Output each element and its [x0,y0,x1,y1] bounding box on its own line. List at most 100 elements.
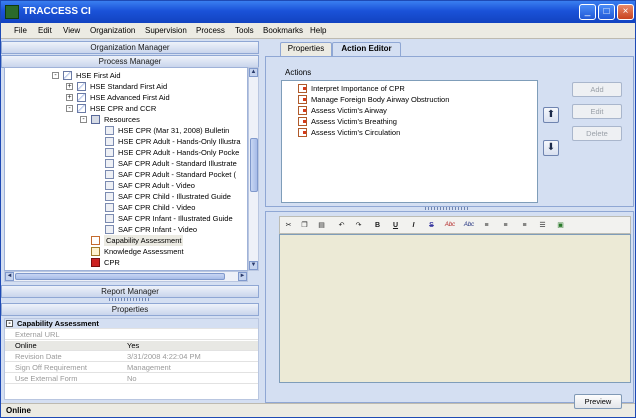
tree-item-label: HSE Advanced First Aid [90,93,170,102]
tab-properties[interactable]: Properties [280,42,332,56]
align-right-icon[interactable]: ≡ [519,220,530,231]
tree-item[interactable]: HSE CPR Adult - Hands-Only Illustra [5,136,247,147]
close-button[interactable]: × [617,4,634,20]
report-manager-header[interactable]: Report Manager [1,285,259,298]
bold-icon[interactable]: B [372,220,383,231]
menu-supervision[interactable]: Supervision [145,26,187,35]
tree-item-label: SAF CPR Infant - Video [118,225,198,234]
tree-item-label: HSE CPR Adult - Hands-Only Pocke [118,148,240,157]
tree-item[interactable]: SAF CPR Infant - Illustrated Guide [5,213,247,224]
tree-item-label: HSE CPR Adult - Hands-Only Illustra [118,137,241,146]
add-button[interactable]: Add [572,82,622,97]
scroll-left-icon[interactable]: ◄ [5,272,14,281]
tab-action-editor[interactable]: Action Editor [332,42,401,56]
edit-button[interactable]: Edit [572,104,622,119]
editor-toolbar: ✂ ❐ ▤ ↶ ↷ B U I S Abc Abc ≡ ≡ ≡ ☰ ▣ [279,216,631,234]
property-row[interactable]: External URL [5,330,258,340]
menu-edit[interactable]: Edit [38,26,52,35]
align-center-icon[interactable]: ≡ [500,220,511,231]
maximize-button[interactable]: □ [598,4,615,20]
property-row[interactable]: Revision Date 3/31/2008 4:22:04 PM [5,352,258,362]
copy-icon[interactable]: ❐ [299,220,310,231]
property-row[interactable]: Use External Form No [5,374,258,384]
tree-item-label: HSE Standard First Aid [90,82,168,91]
tree-item[interactable]: CPR [5,257,247,268]
scroll-right-icon[interactable]: ► [238,272,247,281]
tree-item[interactable]: HSE CPR (Mar 31, 2008) Bulletin [5,125,247,136]
tree-item[interactable]: - HSE CPR and CCR [5,103,247,114]
knowledge-icon [91,247,100,256]
cut-icon[interactable]: ✂ [283,220,294,231]
scroll-up-icon[interactable]: ▲ [249,68,258,77]
hscroll-thumb[interactable] [15,273,225,280]
tree-item-label: CPR [104,258,120,267]
tree-item-label: HSE CPR and CCR [90,104,157,113]
splitter-grip[interactable] [109,298,151,301]
scroll-thumb[interactable] [250,138,258,192]
tree-item[interactable]: HSE CPR Adult - Hands-Only Pocke [5,147,247,158]
tree-item[interactable]: + HSE Standard First Aid [5,81,247,92]
italic-icon[interactable]: I [408,220,419,231]
tree-item[interactable]: SAF CPR Child - Video [5,202,247,213]
preview-button[interactable]: Preview [574,394,622,409]
property-row[interactable]: Online Yes [5,341,258,351]
bulleted-list-icon[interactable]: ☰ [537,220,548,231]
expand-icon[interactable]: + [66,83,73,90]
rich-text-editor[interactable] [279,234,631,383]
document-icon [105,181,114,190]
action-icon [298,106,307,115]
align-left-icon[interactable]: ≡ [481,220,492,231]
menu-organization[interactable]: Organization [90,26,135,35]
tab-strip: Properties Action Editor [266,41,634,56]
menu-bookmarks[interactable]: Bookmarks [263,26,303,35]
tree-item[interactable]: SAF CPR Adult - Video [5,180,247,191]
tree-item[interactable]: + HSE Advanced First Aid [5,92,247,103]
properties-section[interactable]: - Capability Assessment [5,319,258,329]
delete-button[interactable]: Delete [572,126,622,141]
document-icon [105,137,114,146]
expand-icon[interactable]: + [66,94,73,101]
paste-icon[interactable]: ▤ [316,220,327,231]
collapse-icon[interactable]: - [52,72,59,79]
tree-item[interactable]: SAF CPR Child - Illustrated Guide [5,191,247,202]
menu-file[interactable]: File [14,26,27,35]
property-row[interactable]: Sign Off Requirement Management [5,363,258,373]
tree-item[interactable]: SAF CPR Infant - Video [5,224,247,235]
collapse-icon[interactable]: - [66,105,73,112]
collapse-icon[interactable]: - [6,320,13,327]
collapse-icon[interactable]: - [80,116,87,123]
minimize-button[interactable]: _ [579,4,596,20]
tree-item[interactable]: - HSE First Aid [5,70,247,81]
process-tree: - HSE First Aid + HSE Standard First Aid + HS… [4,67,248,271]
tree-item[interactable]: Knowledge Assessment [5,246,247,257]
menu-help[interactable]: Help [310,26,326,35]
organization-manager-header[interactable]: Organization Manager [1,41,259,54]
tree-item[interactable]: SAF CPR Adult - Standard Illustrate [5,158,247,169]
tree-item-label: SAF CPR Adult - Standard Illustrate [118,159,237,168]
tree-horizontal-scrollbar[interactable]: ◄ ► [4,271,248,282]
menu-tools[interactable]: Tools [235,26,254,35]
actions-list[interactable]: Interpret Importance of CPR Manage Foreig… [281,80,538,203]
strikethrough-icon[interactable]: S [426,220,437,231]
tree-vertical-scrollbar[interactable]: ▲ ▼ [248,67,259,271]
tree-item[interactable]: Capability Assessment [5,235,247,246]
move-up-icon[interactable]: ⬆ [543,107,559,123]
menu-view[interactable]: View [63,26,80,35]
editor-splitter-grip[interactable] [425,207,469,210]
spellcheck-icon[interactable]: Abc [442,220,458,231]
tree-item[interactable]: SAF CPR Adult - Standard Pocket ( [5,169,247,180]
application-window: TRACCESS CI _ □ × File Edit View Organiz… [0,0,636,418]
scroll-down-icon[interactable]: ▼ [249,261,258,270]
menu-process[interactable]: Process [196,26,225,35]
insert-image-icon[interactable]: ▣ [555,220,566,231]
property-key: Sign Off Requirement [15,363,87,372]
move-down-icon[interactable]: ⬇ [543,140,559,156]
title-bar[interactable]: TRACCESS CI _ □ × [1,1,635,23]
status-bar: Online [1,403,635,417]
document-icon [105,159,114,168]
redo-icon[interactable]: ↷ [353,220,364,231]
underline-icon[interactable]: U [390,220,401,231]
tree-item[interactable]: - Resources [5,114,247,125]
spellcheck-as-you-type-icon[interactable]: Abc [461,220,477,231]
undo-icon[interactable]: ↶ [336,220,347,231]
